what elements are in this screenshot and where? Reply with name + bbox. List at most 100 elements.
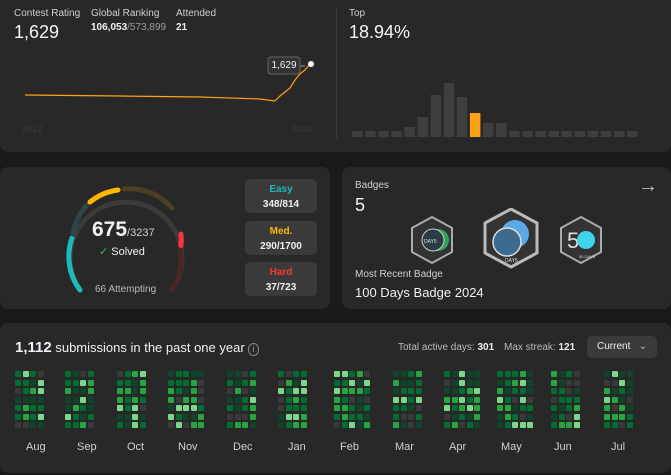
heatmap-cell[interactable] bbox=[139, 422, 146, 428]
heatmap-cell[interactable] bbox=[393, 405, 399, 411]
heatmap-cell[interactable] bbox=[183, 379, 189, 386]
heatmap-cell[interactable] bbox=[30, 396, 36, 403]
heatmap-cell[interactable] bbox=[30, 413, 36, 420]
heatmap-cell[interactable] bbox=[242, 371, 248, 377]
heatmap-cell[interactable] bbox=[349, 396, 355, 403]
heatmap-cell[interactable] bbox=[190, 396, 197, 403]
heatmap-cell[interactable] bbox=[65, 388, 71, 394]
heatmap-cell[interactable] bbox=[278, 379, 284, 386]
heatmap-cell[interactable] bbox=[278, 396, 284, 403]
heatmap-cell[interactable] bbox=[504, 396, 511, 403]
heatmap-cell[interactable] bbox=[626, 405, 633, 411]
heatmap-cell[interactable] bbox=[611, 379, 618, 386]
heatmap-cell[interactable] bbox=[474, 388, 480, 394]
heatmap-cell[interactable] bbox=[408, 405, 414, 411]
heatmap-cell[interactable] bbox=[604, 379, 610, 386]
heatmap-cell[interactable] bbox=[466, 396, 473, 403]
heatmap-cell[interactable] bbox=[611, 405, 618, 411]
heatmap-cell[interactable] bbox=[124, 388, 131, 394]
heatmap-cell[interactable] bbox=[190, 422, 197, 428]
heatmap-cell[interactable] bbox=[227, 405, 233, 411]
heatmap-cell[interactable] bbox=[504, 388, 511, 394]
heatmap-cell[interactable] bbox=[87, 379, 94, 386]
heatmap-cell[interactable] bbox=[341, 405, 348, 411]
heatmap-cell[interactable] bbox=[285, 396, 292, 403]
heatmap-cell[interactable] bbox=[459, 379, 465, 386]
heatmap-cell[interactable] bbox=[334, 396, 340, 403]
heatmap-cell[interactable] bbox=[300, 371, 307, 377]
heatmap-cell[interactable] bbox=[198, 413, 204, 420]
heatmap-cell[interactable] bbox=[198, 371, 204, 377]
heatmap-cell[interactable] bbox=[242, 405, 248, 411]
heatmap-cell[interactable] bbox=[619, 379, 625, 386]
heatmap-cell[interactable] bbox=[132, 371, 138, 377]
heatmap-cell[interactable] bbox=[117, 371, 123, 377]
heatmap-cell[interactable] bbox=[132, 405, 138, 411]
heatmap-cell[interactable] bbox=[512, 405, 518, 411]
heatmap-cell[interactable] bbox=[626, 422, 633, 428]
heatmap-cell[interactable] bbox=[278, 388, 284, 394]
heatmap-cell[interactable] bbox=[249, 413, 256, 420]
heatmap-cell[interactable] bbox=[87, 396, 94, 403]
heatmap-cell[interactable] bbox=[408, 413, 414, 420]
heatmap-cell[interactable] bbox=[139, 371, 146, 377]
heatmap-cell[interactable] bbox=[364, 422, 370, 428]
heatmap-cell[interactable] bbox=[364, 379, 370, 386]
heatmap-cell[interactable] bbox=[37, 388, 44, 394]
heatmap-cell[interactable] bbox=[80, 396, 86, 403]
heatmap-cell[interactable] bbox=[168, 388, 174, 394]
heatmap-cell[interactable] bbox=[619, 422, 625, 428]
heatmap-cell[interactable] bbox=[190, 413, 197, 420]
heatmap-cell[interactable] bbox=[408, 371, 414, 377]
heatmap-cell[interactable] bbox=[415, 405, 422, 411]
heatmap-cell[interactable] bbox=[408, 388, 414, 394]
heatmap-cell[interactable] bbox=[451, 371, 458, 377]
heatmap-cell[interactable] bbox=[242, 413, 248, 420]
heatmap-cell[interactable] bbox=[37, 422, 44, 428]
heatmap-cell[interactable] bbox=[334, 422, 340, 428]
heatmap-cell[interactable] bbox=[87, 371, 94, 377]
heatmap-cell[interactable] bbox=[198, 405, 204, 411]
heatmap-cell[interactable] bbox=[519, 388, 526, 394]
heatmap-cell[interactable] bbox=[124, 413, 131, 420]
heatmap-cell[interactable] bbox=[300, 413, 307, 420]
heatmap-cell[interactable] bbox=[474, 422, 480, 428]
heatmap-cell[interactable] bbox=[566, 422, 572, 428]
heatmap-cell[interactable] bbox=[349, 405, 355, 411]
heatmap-cell[interactable] bbox=[168, 371, 174, 377]
heatmap-cell[interactable] bbox=[451, 422, 458, 428]
heatmap-cell[interactable] bbox=[364, 405, 370, 411]
heatmap-cell[interactable] bbox=[504, 422, 511, 428]
heatmap-cell[interactable] bbox=[558, 413, 565, 420]
heatmap-cell[interactable] bbox=[408, 379, 414, 386]
heatmap-cell[interactable] bbox=[604, 422, 610, 428]
heatmap-cell[interactable] bbox=[356, 413, 363, 420]
heatmap-cell[interactable] bbox=[334, 405, 340, 411]
heatmap-cell[interactable] bbox=[341, 422, 348, 428]
heatmap-cell[interactable] bbox=[293, 371, 299, 377]
heatmap-cell[interactable] bbox=[459, 422, 465, 428]
heatmap-cell[interactable] bbox=[198, 422, 204, 428]
heatmap-cell[interactable] bbox=[234, 405, 241, 411]
heatmap-cell[interactable] bbox=[466, 379, 473, 386]
heatmap-cell[interactable] bbox=[466, 422, 473, 428]
heatmap-cell[interactable] bbox=[300, 405, 307, 411]
heatmap-cell[interactable] bbox=[117, 396, 123, 403]
heatmap-cell[interactable] bbox=[474, 371, 480, 377]
heatmap-cell[interactable] bbox=[527, 396, 533, 403]
heatmap-cell[interactable] bbox=[139, 388, 146, 394]
heatmap-cell[interactable] bbox=[551, 405, 557, 411]
heatmap-cell[interactable] bbox=[175, 396, 182, 403]
heatmap-cell[interactable] bbox=[497, 396, 503, 403]
heatmap-cell[interactable] bbox=[168, 413, 174, 420]
heatmap-cell[interactable] bbox=[341, 371, 348, 377]
heatmap-cell[interactable] bbox=[249, 388, 256, 394]
heatmap-cell[interactable] bbox=[183, 413, 189, 420]
heatmap-cell[interactable] bbox=[619, 405, 625, 411]
heatmap-cell[interactable] bbox=[132, 413, 138, 420]
heatmap-cell[interactable] bbox=[566, 405, 572, 411]
heatmap-cell[interactable] bbox=[15, 396, 21, 403]
heatmap-cell[interactable] bbox=[393, 413, 399, 420]
heatmap-cell[interactable] bbox=[198, 379, 204, 386]
heatmap-cell[interactable] bbox=[444, 371, 450, 377]
